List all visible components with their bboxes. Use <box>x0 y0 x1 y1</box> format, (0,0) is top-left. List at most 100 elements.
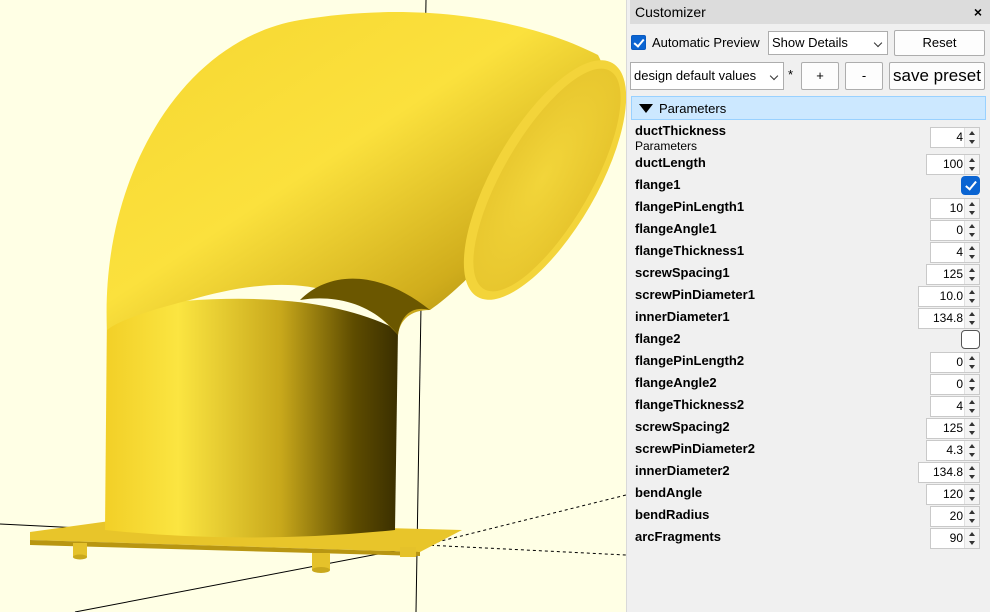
spin-arrows[interactable] <box>964 463 979 482</box>
spin-arrows[interactable] <box>964 309 979 328</box>
spin-down-icon[interactable] <box>969 387 975 391</box>
param-spinbox-innerDiameter1[interactable]: 134.8 <box>918 308 980 329</box>
param-name: ductLength <box>635 155 706 170</box>
param-value: 90 <box>949 531 963 545</box>
spin-arrows[interactable] <box>964 353 979 372</box>
spin-up-icon[interactable] <box>969 378 975 382</box>
param-name: flange1 <box>635 177 681 192</box>
add-preset-button[interactable]: + <box>801 62 839 90</box>
param-spinbox-innerDiameter2[interactable]: 134.8 <box>918 462 980 483</box>
spin-arrows[interactable] <box>964 529 979 548</box>
param-spinbox-flangePinLength2[interactable]: 0 <box>930 352 980 373</box>
spin-down-icon[interactable] <box>969 453 975 457</box>
spin-up-icon[interactable] <box>969 158 975 162</box>
spin-arrows[interactable] <box>964 375 979 394</box>
param-spinbox-flangeAngle1[interactable]: 0 <box>930 220 980 241</box>
automatic-preview-label: Automatic Preview <box>652 35 760 50</box>
spin-up-icon[interactable] <box>969 444 975 448</box>
spin-up-icon[interactable] <box>969 532 975 536</box>
spin-arrows[interactable] <box>964 287 979 306</box>
spin-arrows[interactable] <box>964 243 979 262</box>
param-spinbox-flangePinLength1[interactable]: 10 <box>930 198 980 219</box>
spin-down-icon[interactable] <box>969 365 975 369</box>
spin-arrows[interactable] <box>964 507 979 526</box>
spin-down-icon[interactable] <box>969 211 975 215</box>
spin-arrows[interactable] <box>964 155 979 174</box>
duct-model-render <box>0 0 626 612</box>
spin-up-icon[interactable] <box>969 202 975 206</box>
save-preset-button[interactable]: save preset <box>889 62 985 90</box>
param-spinbox-flangeThickness2[interactable]: 4 <box>930 396 980 417</box>
param-name: screwPinDiameter2 <box>635 441 755 456</box>
param-spinbox-screwSpacing1[interactable]: 125 <box>926 264 980 285</box>
spin-up-icon[interactable] <box>969 422 975 426</box>
spin-up-icon[interactable] <box>969 312 975 316</box>
spin-down-icon[interactable] <box>969 233 975 237</box>
reset-button[interactable]: Reset <box>894 30 985 56</box>
param-spinbox-screwSpacing2[interactable]: 125 <box>926 418 980 439</box>
param-name: bendRadius <box>635 507 710 522</box>
param-name: flange2 <box>635 331 681 346</box>
panel-titlebar: Customizer × <box>630 0 990 24</box>
spin-arrows[interactable] <box>964 221 979 240</box>
param-spinbox-screwPinDiameter2[interactable]: 4.3 <box>926 440 980 461</box>
param-name: flangePinLength2 <box>635 353 745 368</box>
spin-up-icon[interactable] <box>969 356 975 360</box>
param-checkbox-flange2[interactable] <box>961 330 980 349</box>
spin-arrows[interactable] <box>964 397 979 416</box>
param-spinbox-bendRadius[interactable]: 20 <box>930 506 980 527</box>
param-row-screwPinDiameter1: screwPinDiameter1 10.0 <box>630 285 990 307</box>
param-row-arcFragments: arcFragments 90 <box>630 527 990 549</box>
spin-down-icon[interactable] <box>969 255 975 259</box>
spin-down-icon[interactable] <box>969 431 975 435</box>
spin-up-icon[interactable] <box>969 466 975 470</box>
spin-up-icon[interactable] <box>969 131 975 135</box>
spin-up-icon[interactable] <box>969 510 975 514</box>
3d-viewport[interactable] <box>0 0 626 612</box>
spin-down-icon[interactable] <box>969 167 975 171</box>
spin-up-icon[interactable] <box>969 488 975 492</box>
param-spinbox-flangeAngle2[interactable]: 0 <box>930 374 980 395</box>
spin-down-icon[interactable] <box>969 519 975 523</box>
spin-down-icon[interactable] <box>969 497 975 501</box>
param-row-screwSpacing1: screwSpacing1 125 <box>630 263 990 285</box>
param-spinbox-ductLength[interactable]: 100 <box>926 154 980 175</box>
spin-down-icon[interactable] <box>969 541 975 545</box>
param-spinbox-bendAngle[interactable]: 120 <box>926 484 980 505</box>
param-checkbox-flange1[interactable] <box>961 176 980 195</box>
spin-up-icon[interactable] <box>969 246 975 250</box>
modified-marker: * <box>788 67 794 82</box>
spin-up-icon[interactable] <box>969 224 975 228</box>
preview-row: Automatic Preview Show Details Reset <box>630 30 990 56</box>
spin-down-icon[interactable] <box>969 299 975 303</box>
spin-up-icon[interactable] <box>969 268 975 272</box>
spin-arrows[interactable] <box>964 265 979 284</box>
close-icon[interactable]: × <box>966 4 990 20</box>
spin-down-icon[interactable] <box>969 321 975 325</box>
param-value: 10 <box>949 201 963 215</box>
param-spinbox-screwPinDiameter1[interactable]: 10.0 <box>918 286 980 307</box>
param-spinbox-arcFragments[interactable]: 90 <box>930 528 980 549</box>
spin-arrows[interactable] <box>964 199 979 218</box>
param-value: 10.0 <box>939 289 963 303</box>
spin-arrows[interactable] <box>964 128 979 147</box>
preset-select[interactable]: design default values <box>630 62 784 90</box>
parameters-group-header[interactable]: Parameters <box>631 96 986 120</box>
spin-arrows[interactable] <box>964 441 979 460</box>
spin-down-icon[interactable] <box>969 140 975 144</box>
remove-preset-button[interactable]: - <box>845 62 883 90</box>
automatic-preview-checkbox[interactable] <box>631 35 646 50</box>
spin-down-icon[interactable] <box>969 475 975 479</box>
spin-arrows[interactable] <box>964 419 979 438</box>
param-spinbox-ductThickness[interactable]: 4 <box>930 127 980 148</box>
spin-down-icon[interactable] <box>969 409 975 413</box>
param-value: 120 <box>942 487 963 501</box>
param-spinbox-flangeThickness1[interactable]: 4 <box>930 242 980 263</box>
spin-up-icon[interactable] <box>969 290 975 294</box>
param-name: flangeThickness1 <box>635 243 745 258</box>
param-row-screwPinDiameter2: screwPinDiameter2 4.3 <box>630 439 990 461</box>
spin-down-icon[interactable] <box>969 277 975 281</box>
details-select[interactable]: Show Details <box>768 31 888 55</box>
spin-arrows[interactable] <box>964 485 979 504</box>
spin-up-icon[interactable] <box>969 400 975 404</box>
